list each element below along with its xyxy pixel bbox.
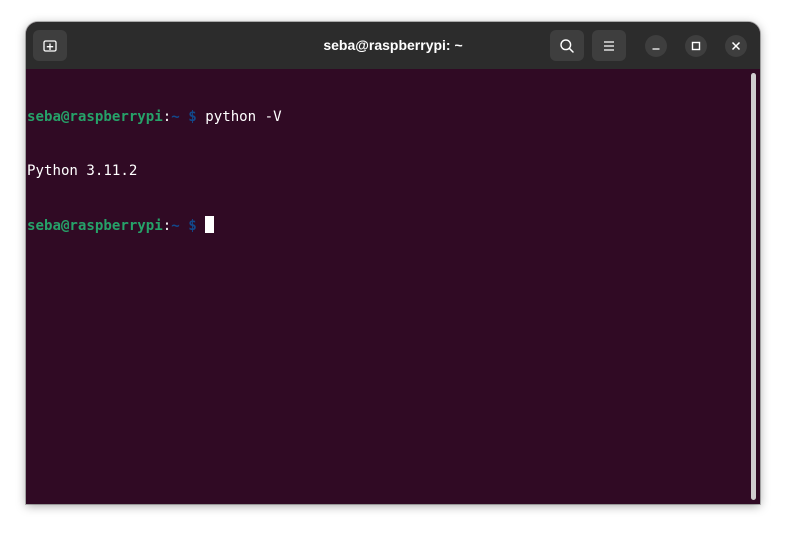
new-tab-button[interactable] <box>33 30 67 61</box>
prompt-symbol: $ <box>179 218 206 234</box>
command-text: python -V <box>205 109 282 125</box>
prompt-symbol: $ <box>179 109 206 125</box>
minimize-button[interactable] <box>645 35 667 57</box>
new-tab-icon <box>43 39 57 52</box>
output-line: Python 3.11.2 <box>27 163 138 179</box>
title-bar[interactable]: seba@raspberrypi: ~ <box>26 22 760 69</box>
vertical-scrollbar[interactable] <box>751 73 756 500</box>
text-cursor <box>205 216 215 233</box>
terminal-area[interactable]: seba@raspberrypi:~ $ python -V Python 3.… <box>26 69 760 504</box>
prompt-line: seba@raspberrypi:~ $ python -V <box>27 108 282 126</box>
prompt-user-host: seba@raspberrypi <box>27 218 163 234</box>
prompt-path: ~ <box>171 218 180 234</box>
close-button[interactable] <box>725 35 747 57</box>
hamburger-menu-icon <box>604 40 614 51</box>
prompt-colon: : <box>162 218 172 234</box>
prompt-user-host: seba@raspberrypi <box>27 109 163 125</box>
close-icon <box>731 41 741 51</box>
terminal-output: seba@raspberrypi:~ $ python -V Python 3.… <box>27 72 282 270</box>
menu-button[interactable] <box>592 30 626 61</box>
search-icon <box>560 38 574 53</box>
prompt-line: seba@raspberrypi:~ $ <box>27 216 282 234</box>
terminal-window: seba@raspberrypi: ~ seba@raspberrypi:~ $… <box>26 22 760 504</box>
search-button[interactable] <box>550 30 584 61</box>
maximize-icon <box>691 41 701 51</box>
minimize-icon <box>652 48 660 50</box>
prompt-path: ~ <box>171 109 180 125</box>
maximize-button[interactable] <box>685 35 707 57</box>
prompt-colon: : <box>162 109 172 125</box>
